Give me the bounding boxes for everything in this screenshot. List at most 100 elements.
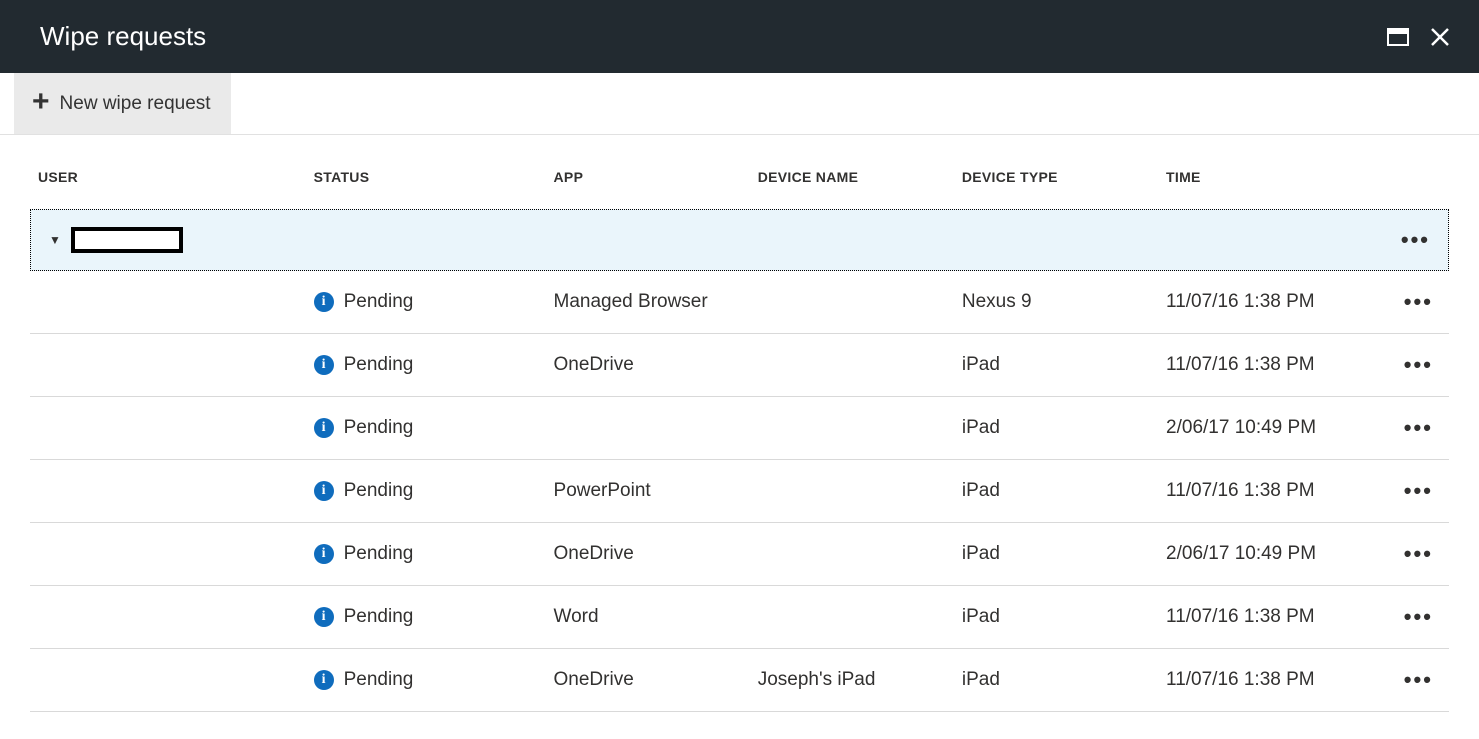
row-more-icon[interactable]: ••• (1396, 478, 1441, 504)
cell-device-name (750, 271, 954, 334)
cell-status: i Pending (306, 334, 546, 397)
col-status[interactable]: STATUS (306, 155, 546, 209)
command-bar: + New wipe request (0, 73, 1479, 135)
wipe-requests-table: USER STATUS APP DEVICE NAME DEVICE TYPE … (30, 155, 1449, 712)
redacted-user-name (71, 227, 183, 253)
cell-device-type: Nexus 9 (954, 271, 1158, 334)
table-row[interactable]: i Pending OneDriveJoseph's iPadiPad11/07/1… (30, 649, 1449, 712)
row-more-icon[interactable]: ••• (1396, 415, 1441, 441)
table-header-row: USER STATUS APP DEVICE NAME DEVICE TYPE … (30, 155, 1449, 209)
row-more-icon[interactable]: ••• (1396, 541, 1441, 567)
table-container: USER STATUS APP DEVICE NAME DEVICE TYPE … (0, 135, 1479, 712)
cell-app: OneDrive (546, 334, 750, 397)
info-icon: i (314, 418, 334, 438)
cell-actions: ••• (1388, 334, 1449, 397)
cell-status: i Pending (306, 523, 546, 586)
cell-device-name: Joseph's iPad (750, 649, 954, 712)
info-icon: i (314, 607, 334, 627)
cell-actions: ••• (1388, 397, 1449, 460)
cell-device-name (750, 334, 954, 397)
cell-user (30, 271, 306, 334)
table-row[interactable]: i Pending OneDrive iPad2/06/17 10:49 PM ••• (30, 523, 1449, 586)
restore-window-icon[interactable] (1387, 26, 1409, 48)
cell-app: OneDrive (546, 523, 750, 586)
cell-time: 2/06/17 10:49 PM (1158, 397, 1388, 460)
cell-user (30, 649, 306, 712)
cell-device-type: iPad (954, 649, 1158, 712)
row-more-icon[interactable]: ••• (1396, 352, 1441, 378)
row-more-icon[interactable]: ••• (1396, 289, 1441, 315)
col-device-name[interactable]: DEVICE NAME (750, 155, 954, 209)
cell-device-name (750, 397, 954, 460)
chevron-down-icon[interactable]: ▼ (49, 233, 61, 247)
info-icon: i (314, 481, 334, 501)
cell-time: 11/07/16 1:38 PM (1158, 271, 1388, 334)
cell-app: Word (546, 586, 750, 649)
group-more-icon[interactable]: ••• (1401, 227, 1430, 253)
cell-device-type: iPad (954, 460, 1158, 523)
row-more-icon[interactable]: ••• (1396, 667, 1441, 693)
row-more-icon[interactable]: ••• (1396, 604, 1441, 630)
cell-user (30, 460, 306, 523)
status-text: Pending (344, 354, 414, 376)
cell-actions: ••• (1388, 649, 1449, 712)
table-row[interactable]: i Pending Managed Browser Nexus 911/07/16 1… (30, 271, 1449, 334)
status-text: Pending (344, 417, 414, 439)
group-row[interactable]: ▼ ••• (30, 209, 1449, 271)
cell-actions: ••• (1388, 523, 1449, 586)
cell-actions: ••• (1388, 586, 1449, 649)
status-text: Pending (344, 543, 414, 565)
table-row[interactable]: i Pending Word iPad11/07/16 1:38 PM ••• (30, 586, 1449, 649)
page-title: Wipe requests (40, 21, 206, 52)
status-text: Pending (344, 606, 414, 628)
cell-device-type: iPad (954, 586, 1158, 649)
cell-app: Managed Browser (546, 271, 750, 334)
cell-status: i Pending (306, 397, 546, 460)
col-device-type[interactable]: DEVICE TYPE (954, 155, 1158, 209)
blade-header: Wipe requests (0, 0, 1479, 73)
col-app[interactable]: APP (546, 155, 750, 209)
cell-time: 2/06/17 10:49 PM (1158, 523, 1388, 586)
plus-icon: + (32, 87, 50, 117)
cell-time: 11/07/16 1:38 PM (1158, 460, 1388, 523)
cell-user (30, 586, 306, 649)
cell-device-name (750, 460, 954, 523)
cell-status: i Pending (306, 586, 546, 649)
cell-device-name (750, 523, 954, 586)
header-actions (1387, 26, 1451, 48)
cell-user (30, 334, 306, 397)
col-actions (1388, 155, 1449, 209)
info-icon: i (314, 670, 334, 690)
col-time[interactable]: TIME (1158, 155, 1388, 209)
info-icon: i (314, 544, 334, 564)
table-row[interactable]: i Pending PowerPoint iPad11/07/16 1:38 PM ••… (30, 460, 1449, 523)
cell-user (30, 523, 306, 586)
status-text: Pending (344, 669, 414, 691)
new-wipe-request-button[interactable]: + New wipe request (14, 73, 231, 134)
cell-app: PowerPoint (546, 460, 750, 523)
cell-device-type: iPad (954, 523, 1158, 586)
cell-app (546, 397, 750, 460)
status-text: Pending (344, 291, 414, 313)
cell-status: i Pending (306, 271, 546, 334)
info-icon: i (314, 292, 334, 312)
table-row[interactable]: i Pending OneDrive iPad11/07/16 1:38 PM ••• (30, 334, 1449, 397)
status-text: Pending (344, 480, 414, 502)
cell-app: OneDrive (546, 649, 750, 712)
cell-user (30, 397, 306, 460)
cell-device-type: iPad (954, 334, 1158, 397)
cell-time: 11/07/16 1:38 PM (1158, 586, 1388, 649)
cell-time: 11/07/16 1:38 PM (1158, 334, 1388, 397)
new-wipe-request-label: New wipe request (60, 93, 211, 115)
cell-actions: ••• (1388, 460, 1449, 523)
cell-status: i Pending (306, 649, 546, 712)
cell-time: 11/07/16 1:38 PM (1158, 649, 1388, 712)
col-user[interactable]: USER (30, 155, 306, 209)
close-icon[interactable] (1429, 26, 1451, 48)
info-icon: i (314, 355, 334, 375)
cell-device-name (750, 586, 954, 649)
cell-status: i Pending (306, 460, 546, 523)
table-row[interactable]: i Pending iPad2/06/17 10:49 PM ••• (30, 397, 1449, 460)
cell-actions: ••• (1388, 271, 1449, 334)
cell-device-type: iPad (954, 397, 1158, 460)
